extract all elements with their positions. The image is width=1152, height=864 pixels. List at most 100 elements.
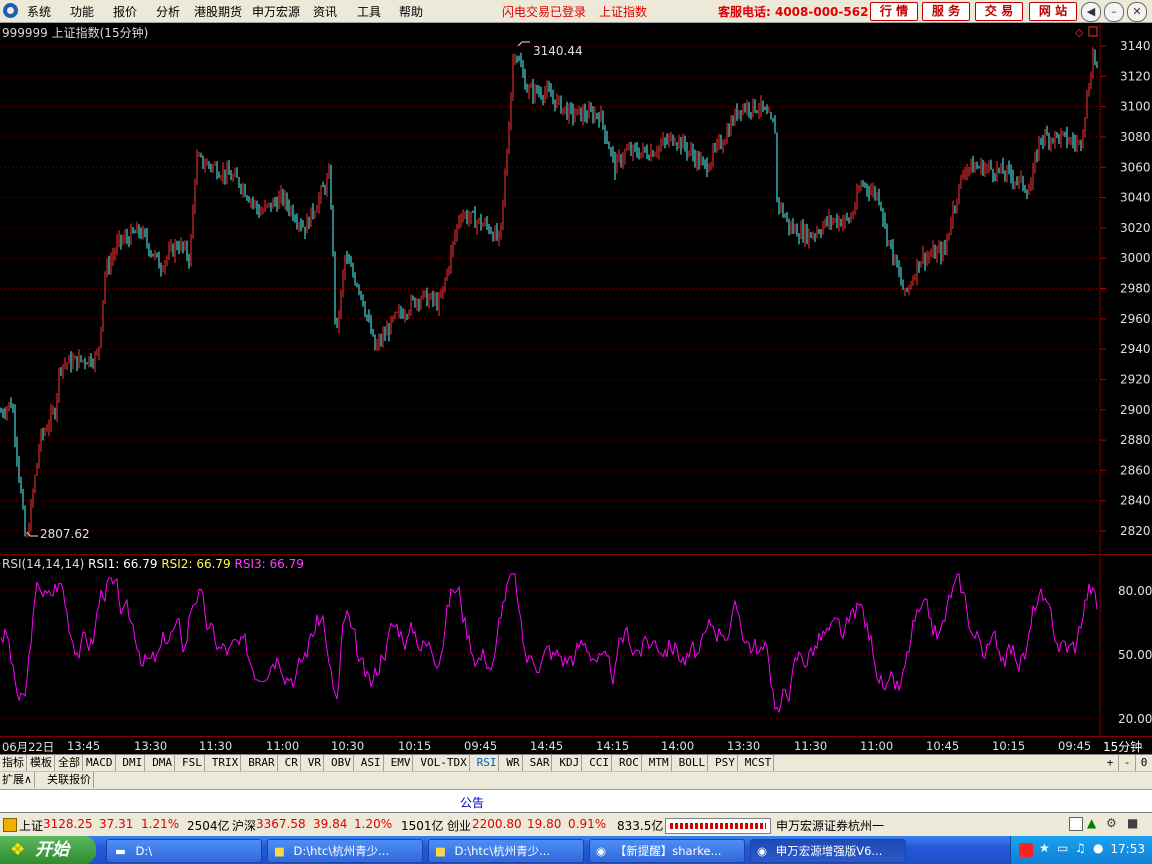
time-label: 09:45 <box>1058 739 1092 753</box>
hs-amount: 1501亿 <box>401 819 444 833</box>
period-selector[interactable]: 15分钟 <box>1103 738 1142 755</box>
zoom-in-button[interactable]: + <box>1102 755 1119 771</box>
tab-fsl[interactable]: FSL <box>180 755 205 771</box>
tab-cci[interactable]: CCI <box>587 755 613 771</box>
browser-icon: ◉ <box>596 844 607 858</box>
price-chart[interactable]: 3140 3120 3100 3080 3060 3040 3020 3000 2980 2960… <box>0 24 1152 554</box>
cy-value: 2200.80 <box>472 817 522 831</box>
hs-label: 沪深 <box>232 819 257 833</box>
price-scale-tick: 2980 <box>1120 282 1151 296</box>
website-button[interactable]: 网 站 <box>1029 2 1077 21</box>
task-folder-1[interactable]: ■ D:\htc\杭州青少... <box>267 839 423 863</box>
tab-全部[interactable]: 全部 <box>56 755 83 771</box>
notice-label[interactable]: 公告 <box>460 794 484 811</box>
antivirus-icon[interactable]: ★ <box>1039 841 1050 855</box>
zoom-out-button[interactable]: - <box>1119 755 1136 771</box>
tab-mtm[interactable]: MTM <box>647 755 672 771</box>
hs-value: 3367.58 <box>256 817 306 831</box>
tab-brar[interactable]: BRAR <box>246 755 278 771</box>
tab-macd[interactable]: MACD <box>84 755 116 771</box>
notice-bar: 公告 <box>0 789 1152 812</box>
service-button[interactable]: 服 务 <box>922 2 970 21</box>
tab-boll[interactable]: BOLL <box>677 755 709 771</box>
rsi-scale-tick: 50.00 <box>1118 648 1152 662</box>
start-button[interactable]: ❖ 开始 <box>0 836 96 864</box>
price-scale-tick: 3140 <box>1120 39 1151 53</box>
menu-tools[interactable]: 工具 <box>357 3 381 20</box>
time-label: 10:45 <box>926 739 960 753</box>
drive-icon: ▬ <box>115 844 126 858</box>
related-quotes-button[interactable]: 关联报价 <box>45 772 94 788</box>
time-label: 11:30 <box>199 739 233 753</box>
menu-help[interactable]: 帮助 <box>399 3 423 20</box>
update-icon[interactable]: ● <box>1093 841 1103 855</box>
tab-vr[interactable]: VR <box>306 755 325 771</box>
rsi-series-line <box>0 573 1098 714</box>
task-d-drive[interactable]: ▬ D:\ <box>106 839 262 863</box>
task-label: D:\ <box>135 844 153 858</box>
close-icon[interactable]: ✕ <box>1127 2 1147 22</box>
lock-icon[interactable]: ■ <box>1127 816 1138 830</box>
tab-模板[interactable]: 模板 <box>28 755 55 771</box>
cy-change: 19.80 <box>527 817 562 831</box>
app-logo-icon: ◉ <box>757 844 768 858</box>
rsi-chart[interactable]: 80.00 50.00 20.00 <box>0 555 1152 736</box>
taskbar: ▬ D:\ ■ D:\htc\杭州青少... ■ D:\htc\杭州青少... … <box>0 836 1152 864</box>
tab-psy[interactable]: PSY <box>713 755 738 771</box>
price-scale-tick: 2920 <box>1120 372 1151 386</box>
menu-quote[interactable]: 报价 <box>113 3 137 20</box>
time-label: 06月22日 <box>2 740 55 754</box>
alert-icon[interactable] <box>3 818 17 832</box>
tab-sar[interactable]: SAR <box>528 755 553 771</box>
flash-trade-status[interactable]: 闪电交易已登录 <box>502 3 586 20</box>
tab-emv[interactable]: EMV <box>389 755 414 771</box>
tab-dmi[interactable]: DMI <box>120 755 146 771</box>
clock: 17:53 <box>1110 842 1145 856</box>
tray-app-icon[interactable] <box>1019 843 1033 857</box>
signal-icon[interactable]: ▲ <box>1087 816 1096 830</box>
tab-trix[interactable]: TRIX <box>210 755 242 771</box>
volume-icon[interactable]: ♫ <box>1075 841 1086 855</box>
price-scale-tick: 2860 <box>1120 463 1151 477</box>
time-axis: 06月22日 13:45 13:30 11:30 11:00 10:30 10:15 09:4… <box>0 736 1152 754</box>
index-link[interactable]: 上证指数 <box>599 3 647 20</box>
tab-cr[interactable]: CR <box>283 755 301 771</box>
time-label: 10:30 <box>331 739 365 753</box>
restore-panel-icon[interactable] <box>1088 26 1098 37</box>
reset-button[interactable]: 0 <box>1136 755 1152 771</box>
diamond-icon[interactable]: ◇ <box>1075 26 1084 39</box>
expand-button[interactable]: 扩展∧ <box>0 772 36 788</box>
menu-system[interactable]: 系统 <box>27 3 51 20</box>
tab-指标[interactable]: 指标 <box>0 755 27 771</box>
network-icon[interactable]: ▭ <box>1057 841 1068 855</box>
tab-obv[interactable]: OBV <box>329 755 354 771</box>
market-button[interactable]: 行 情 <box>870 2 918 21</box>
menu-hk-futures[interactable]: 港股期货 <box>194 3 242 20</box>
menu-news[interactable]: 资讯 <box>313 3 337 20</box>
tab-rsi[interactable]: RSI <box>474 755 500 771</box>
tab-wr[interactable]: WR <box>504 755 523 771</box>
tab-asi[interactable]: ASI <box>359 755 384 771</box>
menu-analysis[interactable]: 分析 <box>156 3 180 20</box>
status-bar: 上证 3128.25 37.31 1.21% 2504亿 沪深 3367.58 … <box>0 812 1152 837</box>
gear-icon[interactable]: ⚙ <box>1106 816 1117 830</box>
minimize-icon[interactable]: – <box>1104 2 1124 22</box>
cy-label: 创业 <box>447 819 472 833</box>
tab-dma[interactable]: DMA <box>150 755 176 771</box>
tab-vol-tdx[interactable]: VOL-TDX <box>418 755 470 771</box>
task-folder-2[interactable]: ■ D:\htc\杭州青少... <box>428 839 584 863</box>
tab-roc[interactable]: ROC <box>617 755 642 771</box>
tab-kdj[interactable]: KDJ <box>557 755 583 771</box>
task-trading-app[interactable]: ◉ 申万宏源增强版V6... <box>750 839 906 863</box>
window-icon[interactable] <box>1069 817 1083 831</box>
tab-mcst[interactable]: MCST <box>743 755 775 771</box>
hotline-text: 客服电话: 4008-000-562 <box>718 5 869 19</box>
task-browser[interactable]: ◉ 【新提醒】sharke... <box>589 839 745 863</box>
hs-change: 39.84 <box>313 817 348 831</box>
back-icon[interactable]: ◀ <box>1081 2 1101 22</box>
price-scale-tick: 2900 <box>1120 403 1151 417</box>
time-label: 13:45 <box>67 739 101 753</box>
menu-shenwan[interactable]: 申万宏源 <box>252 3 300 20</box>
menu-function[interactable]: 功能 <box>70 3 94 20</box>
trade-button[interactable]: 交 易 <box>975 2 1023 21</box>
